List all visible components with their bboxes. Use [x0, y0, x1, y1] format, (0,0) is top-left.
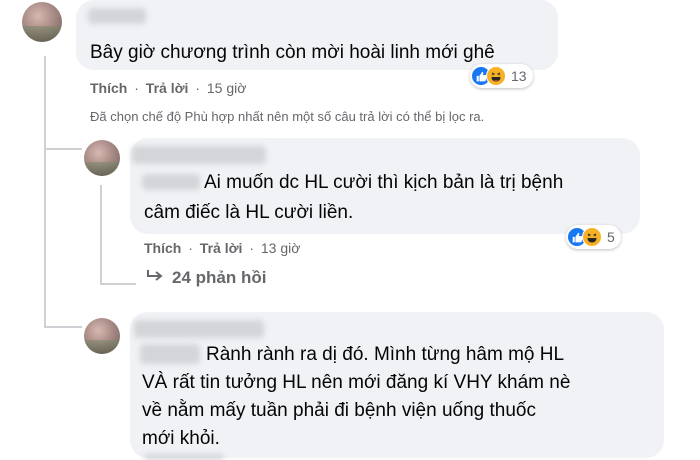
comment-text: câm điếc là HL cười liền. [144, 202, 354, 223]
thread-line-branch-2 [44, 326, 82, 328]
comment-text: mới khỏi. [142, 428, 220, 449]
separator: · [249, 240, 254, 256]
like-link[interactable]: Thích [90, 80, 127, 96]
reply-link[interactable]: Trả lời [146, 80, 189, 96]
haha-icon [486, 66, 506, 86]
redacted-author-name [134, 320, 264, 338]
filter-notice: Đã chọn chế độ Phù hợp nhất nên một số c… [90, 109, 485, 124]
reaction-summary[interactable]: 13 [470, 64, 533, 88]
redacted-author-name [132, 146, 266, 164]
avatar[interactable] [84, 140, 120, 176]
reaction-count: 13 [511, 68, 527, 84]
comment-text: Bây giờ chương trình còn mời hoài linh m… [90, 42, 495, 63]
thread-line-reply-end [100, 283, 136, 285]
separator: · [195, 80, 200, 96]
like-link[interactable]: Thích [144, 240, 181, 256]
comment-text: Rành rành ra dị đó. Mình từng hâm mộ HL [206, 344, 565, 365]
avatar[interactable] [22, 2, 62, 42]
comment-actions: Thích · Trả lời · 15 giờ [90, 80, 246, 96]
comment-time[interactable]: 15 giờ [207, 80, 247, 96]
redacted-mention [142, 174, 200, 190]
comment-time[interactable]: 13 giờ [261, 240, 301, 256]
thread-line-main [44, 56, 46, 326]
reaction-summary[interactable]: 5 [566, 225, 621, 249]
view-replies-label: 24 phản hồi [172, 268, 267, 287]
haha-icon [582, 227, 602, 247]
reaction-count: 5 [607, 229, 615, 245]
reply-arrow-icon [146, 268, 164, 288]
redacted-author-name [88, 8, 146, 24]
thread-line-reply [100, 185, 102, 285]
comment-text: Ai muốn dc HL cười thì kịch bản là trị b… [204, 172, 564, 193]
redacted-mention [140, 344, 200, 364]
thread-line-branch-1 [44, 148, 82, 150]
reply-link[interactable]: Trả lời [200, 240, 243, 256]
comment-text: về nằm mấy tuần phải đi bệnh viện uống t… [142, 400, 536, 421]
separator: · [188, 240, 193, 256]
separator: · [134, 80, 139, 96]
comment-actions: Thích · Trả lời · 13 giờ [144, 240, 300, 256]
view-replies-link[interactable]: 24 phản hồi [146, 268, 266, 288]
comment-text: VÀ rất tin tưởng HL nên mới đăng kí VHY … [142, 372, 571, 393]
avatar[interactable] [84, 318, 120, 354]
redacted-bottom-fragment [144, 454, 224, 460]
